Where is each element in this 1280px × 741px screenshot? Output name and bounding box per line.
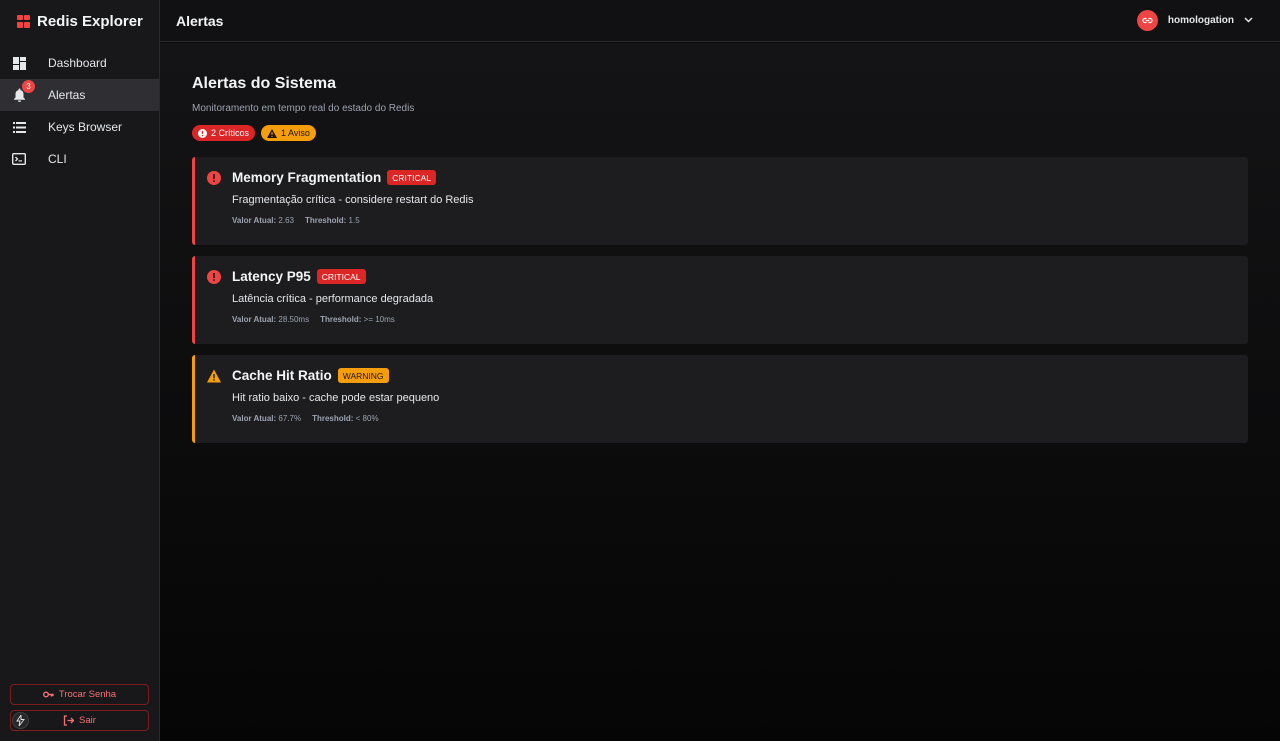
threshold-label: Threshold: [320, 315, 362, 324]
sidebar-item-label: CLI [48, 152, 67, 166]
threshold-label: Threshold: [304, 216, 347, 225]
alert-message: Hit ratio baixo - cache pode estar peque… [232, 392, 440, 404]
page-subtitle: Monitoramento em tempo real do estado do… [192, 103, 415, 114]
warning-count-label: 1 Aviso [281, 128, 310, 138]
alert-count-badge: 3 [22, 80, 35, 93]
severity-badge: CRITICAL [316, 269, 366, 284]
environment-name: homologation [1167, 15, 1234, 26]
sidebar-item-keys-browser[interactable]: Keys Browser [0, 111, 159, 143]
main-content: Alertas do Sistema Monitoramento em temp… [160, 43, 1280, 741]
alert-summary: 2 Críticos 1 Aviso [192, 125, 1248, 141]
threshold-label: Threshold: [312, 414, 354, 423]
alert-title: Cache Hit Ratio [232, 368, 332, 383]
sidebar-item-label: Alertas [48, 88, 86, 102]
threshold-value: >= 10ms [363, 315, 395, 324]
current-value: 67.7% [278, 414, 302, 423]
sidebar-nav: Dashboard 3 Alertas Keys Browser CLI [0, 47, 159, 175]
topbar: Alertas homologation [160, 0, 1280, 42]
sidebar-item-cli[interactable]: CLI [0, 143, 159, 175]
threshold-value: 1.5 [348, 216, 360, 225]
alert-card[interactable]: Cache Hit Ratio WARNING Hit ratio baixo … [192, 355, 1248, 443]
current-value: 28.50ms [278, 315, 310, 324]
list-icon [12, 120, 26, 134]
alert-card[interactable]: Latency P95 CRITICAL Latência crítica - … [192, 256, 1248, 344]
current-value: 2.63 [278, 216, 294, 225]
app-title: Redis Explorer [37, 12, 143, 30]
redis-logo-icon [17, 14, 30, 28]
sidebar: Redis Explorer Dashboard 3 Alertas Keys … [0, 0, 160, 741]
bolt-icon[interactable] [12, 712, 29, 729]
alert-message: Latência crítica - performance degradada [232, 293, 434, 305]
link-icon [1136, 10, 1158, 31]
change-password-button[interactable]: Trocar Senha [10, 684, 149, 705]
alert-title: Latency P95 [232, 269, 311, 284]
dashboard-icon [12, 56, 26, 70]
warning-triangle-icon [267, 128, 278, 138]
page-header-title: Alertas [176, 12, 224, 29]
brand[interactable]: Redis Explorer [0, 0, 159, 42]
logout-label: Sair [79, 715, 96, 726]
alert-card[interactable]: Memory Fragmentation CRITICAL Fragmentaç… [192, 157, 1248, 245]
alert-metrics: Valor Atual: 2.63 Threshold: 1.5 [232, 216, 1248, 225]
logout-icon [63, 715, 75, 726]
sidebar-footer: Trocar Senha Sair [10, 679, 149, 731]
page-title: Alertas do Sistema [192, 75, 337, 92]
threshold-value: < 80% [355, 414, 379, 423]
sidebar-item-alertas[interactable]: 3 Alertas [0, 79, 159, 111]
current-value-label: Valor Atual: [232, 315, 277, 324]
sidebar-item-dashboard[interactable]: Dashboard [0, 47, 159, 79]
severity-badge: CRITICAL [387, 170, 437, 185]
current-value-label: Valor Atual: [232, 216, 277, 225]
critical-count-badge: 2 Críticos [192, 125, 256, 141]
warning-triangle-icon [207, 369, 221, 383]
alert-circle-icon [207, 270, 221, 284]
alert-circle-icon [207, 171, 221, 185]
terminal-icon [12, 152, 26, 166]
environment-selector[interactable]: homologation [1136, 10, 1253, 31]
severity-badge: WARNING [337, 368, 389, 383]
alert-metrics: Valor Atual: 28.50ms Threshold: >= 10ms [232, 315, 1248, 324]
warning-count-badge: 1 Aviso [261, 125, 316, 141]
alert-message: Fragmentação crítica - considere restart… [232, 194, 474, 206]
key-icon [42, 689, 54, 700]
alert-metrics: Valor Atual: 67.7% Threshold: < 80% [232, 414, 1248, 423]
critical-count-label: 2 Críticos [211, 128, 250, 138]
logout-button[interactable]: Sair [10, 710, 149, 731]
bell-icon: 3 [12, 80, 35, 102]
sidebar-item-label: Keys Browser [48, 120, 123, 134]
alert-title: Memory Fragmentation [232, 170, 382, 185]
current-value-label: Valor Atual: [232, 414, 277, 423]
sidebar-item-label: Dashboard [48, 56, 107, 70]
alert-circle-icon [198, 128, 207, 138]
alert-list: Memory Fragmentation CRITICAL Fragmentaç… [192, 157, 1248, 443]
chevron-down-icon [1244, 15, 1253, 26]
change-password-label: Trocar Senha [58, 689, 117, 700]
